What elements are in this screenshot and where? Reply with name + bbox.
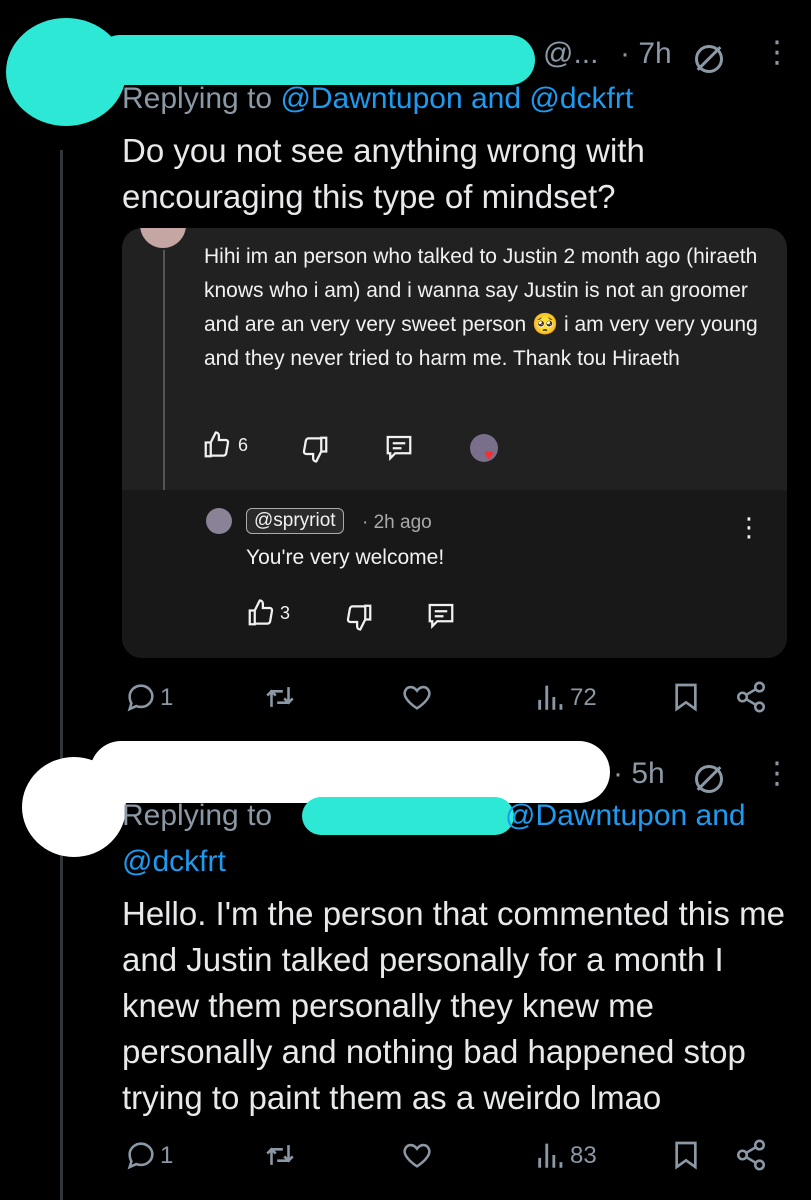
reply-handle-chip[interactable]: @spryriot	[246, 508, 344, 534]
reply-thumbs-down-icon[interactable]	[344, 602, 374, 637]
thumbs-up-icon[interactable]	[202, 430, 232, 465]
bookmark-icon[interactable]	[670, 680, 702, 719]
reply-time: · 2h ago	[362, 512, 432, 533]
reply-comment-icon[interactable]	[426, 600, 456, 635]
reply-text: You're very welcome!	[246, 546, 445, 569]
comment-like-count: 6	[238, 435, 249, 455]
views-icon[interactable]	[534, 680, 568, 719]
comment-text: Hihi im an person who talked to Justin 2…	[204, 245, 758, 370]
thumbs-down-icon[interactable]	[300, 434, 330, 469]
reply-thumbs-up-icon[interactable]	[246, 598, 276, 633]
replying-handles-link[interactable]: @Dawntupon and	[505, 799, 746, 833]
thread-connector	[163, 250, 165, 520]
like-icon[interactable]	[400, 680, 434, 719]
view-count: 72	[570, 684, 597, 711]
embedded-comment-card[interactable]: Hihi im an person who talked to Justin 2…	[122, 228, 787, 658]
more-icon[interactable]: ⋮	[762, 759, 792, 789]
retweet-icon[interactable]	[262, 1138, 298, 1177]
share-icon[interactable]	[734, 1138, 768, 1177]
replying-handles-link-2[interactable]: @dckfrt	[122, 845, 226, 879]
more-icon[interactable]: ⋮	[762, 38, 792, 68]
views-icon[interactable]	[534, 1138, 568, 1177]
tweet-2[interactable]: · 5h ⋮ Replying to @Dawntupon and @dckfr…	[0, 735, 811, 1200]
reply-avatar	[206, 508, 232, 534]
no-reply-icon	[695, 45, 723, 73]
reply-like-count: 3	[280, 603, 291, 623]
redacted-username	[95, 35, 535, 85]
tweet-text: Hello. I'm the person that commented thi…	[122, 895, 785, 1116]
tweet-time[interactable]: · 5h	[613, 757, 665, 791]
like-icon[interactable]	[400, 1138, 434, 1177]
reply-icon[interactable]	[124, 680, 158, 719]
share-icon[interactable]	[734, 680, 768, 719]
reply-section: @spryriot · 2h ago ⋮ You're very welcome…	[122, 490, 787, 658]
replying-to: Replying to	[122, 799, 273, 832]
reply-more-icon[interactable]: ⋮	[736, 512, 762, 543]
bookmark-icon[interactable]	[670, 1138, 702, 1177]
no-reply-icon	[695, 765, 723, 793]
comment-icon[interactable]	[384, 432, 414, 467]
replying-to: Replying to @Dawntupon and @dckfrt	[122, 82, 634, 115]
view-count: 83	[570, 1142, 597, 1169]
tweet-handle[interactable]: @...	[543, 37, 598, 71]
replying-handles-link[interactable]: @Dawntupon and @dckfrt	[280, 82, 633, 115]
tweet-action-bar: 1 72	[0, 680, 811, 720]
retweet-icon[interactable]	[262, 680, 298, 719]
creator-heart-icon: ♥	[470, 434, 498, 464]
reply-count: 1	[160, 1142, 174, 1169]
reply-count: 1	[160, 684, 174, 711]
tweet-1[interactable]: @... · 7h ⋮ Replying to @Dawntupon and @…	[0, 0, 811, 730]
tweet-action-bar: 1 83	[0, 1138, 811, 1178]
tweet-time[interactable]: · 7h	[620, 37, 672, 71]
redacted-mention	[302, 797, 514, 835]
reply-icon[interactable]	[124, 1138, 158, 1177]
tweet-text: Do you not see anything wrong with encou…	[122, 132, 645, 215]
comment-avatar	[140, 228, 186, 248]
redacted-username	[90, 741, 610, 803]
